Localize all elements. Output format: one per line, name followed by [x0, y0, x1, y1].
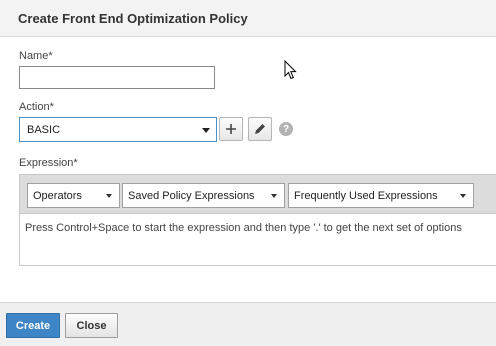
plus-icon: [226, 124, 236, 134]
saved-policy-expressions-label: Saved Policy Expressions: [128, 190, 255, 202]
name-input[interactable]: [19, 66, 215, 89]
frequently-used-expressions-dropdown[interactable]: Frequently Used Expressions: [288, 183, 474, 208]
action-select-value: BASIC: [27, 124, 61, 136]
dialog-title: Create Front End Optimization Policy: [18, 11, 248, 26]
help-icon[interactable]: ?: [279, 122, 293, 136]
expression-toolbar: Operators Saved Policy Expressions Frequ…: [20, 175, 496, 214]
expression-hint: Press Control+Space to start the express…: [25, 222, 462, 234]
chevron-down-icon: [106, 194, 112, 198]
chevron-down-icon: [460, 194, 466, 198]
dialog-footer: Create Close: [0, 302, 496, 346]
help-icon-glyph: ?: [282, 123, 290, 135]
create-button[interactable]: Create: [6, 313, 60, 338]
close-button[interactable]: Close: [65, 313, 118, 338]
expression-label: Expression*: [19, 157, 78, 169]
expression-editor[interactable]: Operators Saved Policy Expressions Frequ…: [19, 174, 496, 266]
name-label: Name*: [19, 50, 53, 62]
saved-policy-expressions-dropdown[interactable]: Saved Policy Expressions: [122, 183, 285, 208]
add-action-button[interactable]: [219, 117, 243, 141]
action-label: Action*: [19, 101, 54, 113]
mouse-cursor-icon: [284, 60, 297, 80]
chevron-down-icon: [271, 194, 277, 198]
operators-dropdown[interactable]: Operators: [27, 183, 120, 208]
dialog-header: Create Front End Optimization Policy: [0, 0, 496, 37]
edit-action-button[interactable]: [248, 117, 272, 141]
action-select[interactable]: BASIC: [19, 117, 217, 142]
operators-dropdown-label: Operators: [33, 190, 82, 202]
chevron-down-icon: [202, 128, 210, 133]
frequently-used-expressions-label: Frequently Used Expressions: [294, 190, 438, 202]
pencil-icon: [255, 124, 265, 134]
